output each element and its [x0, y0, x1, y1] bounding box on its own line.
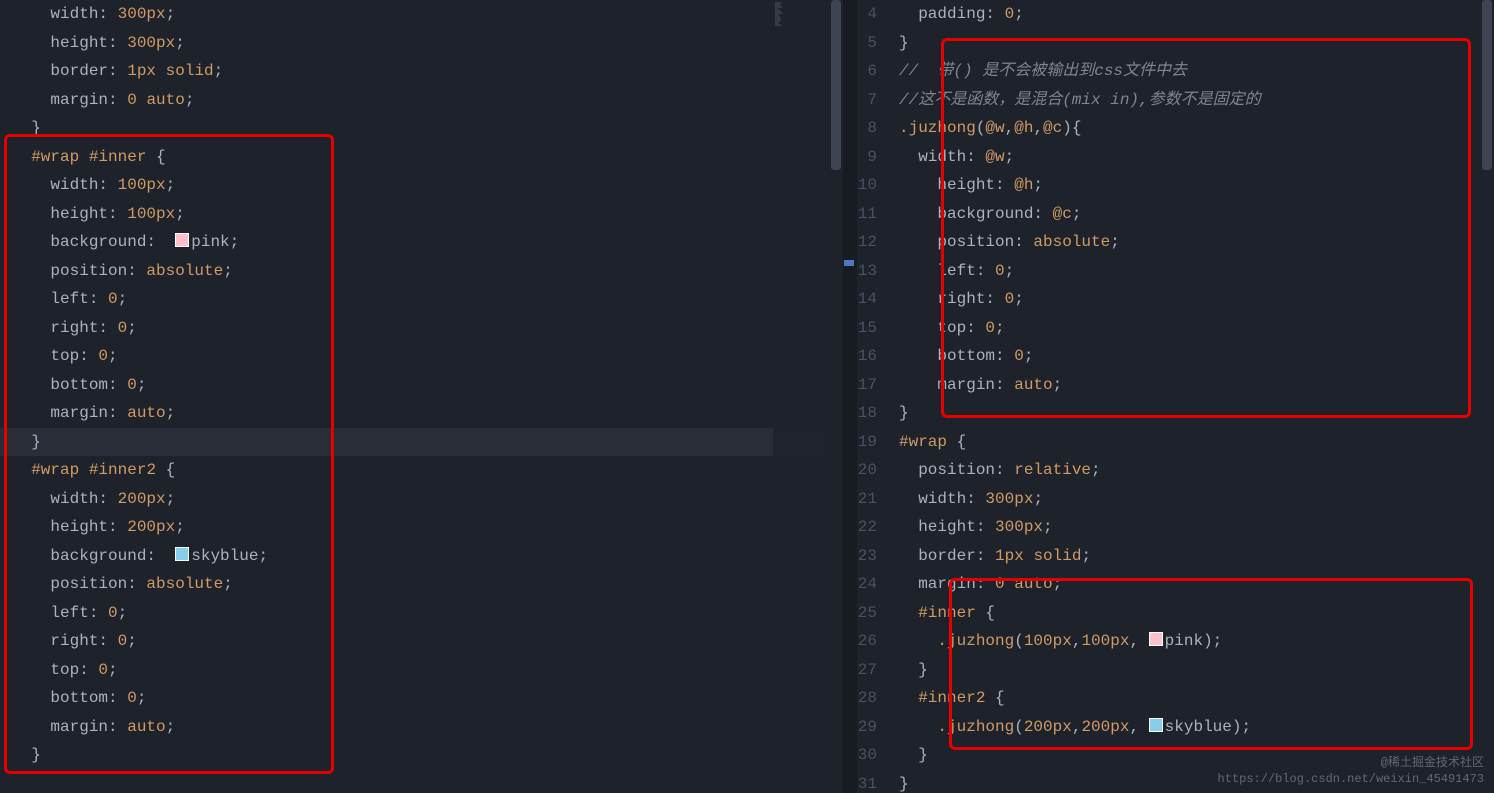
code-line[interactable]: position: absolute; — [12, 570, 843, 599]
left-code-area[interactable]: width: 300px; height: 300px; border: 1px… — [0, 0, 843, 793]
code-line[interactable]: left: 0; — [12, 285, 843, 314]
code-line[interactable]: width: 300px; — [12, 0, 843, 29]
code-line[interactable]: } — [899, 770, 1494, 793]
code-line[interactable]: #inner { — [899, 599, 1494, 628]
code-line[interactable]: .juzhong(200px,200px, skyblue); — [899, 713, 1494, 742]
code-line[interactable]: top: 0; — [12, 342, 843, 371]
scroll-thumb-left[interactable] — [831, 0, 841, 170]
code-line[interactable]: width: 300px; — [899, 485, 1494, 514]
editor-split: width: 300px; height: 300px; border: 1px… — [0, 0, 1494, 793]
code-line[interactable]: position: absolute; — [899, 228, 1494, 257]
code-line[interactable]: } — [899, 741, 1494, 770]
code-line[interactable]: // 带() 是不会被输出到css文件中去 — [899, 57, 1494, 86]
left-editor-pane[interactable]: width: 300px; height: 300px; border: 1px… — [0, 0, 843, 793]
code-line[interactable]: position: absolute; — [12, 257, 843, 286]
code-line[interactable]: } — [12, 741, 843, 770]
code-line[interactable]: position: relative; — [899, 456, 1494, 485]
code-line[interactable]: } — [899, 656, 1494, 685]
code-line[interactable]: #inner2 { — [899, 684, 1494, 713]
code-line[interactable]: background: pink; — [12, 228, 843, 257]
code-line[interactable]: height: 100px; — [12, 200, 843, 229]
scrollbar-left[interactable] — [829, 0, 843, 793]
code-line[interactable]: bottom: 0; — [12, 684, 843, 713]
code-line[interactable]: border: 1px solid; — [899, 542, 1494, 571]
code-line[interactable]: #wrap { — [899, 428, 1494, 457]
right-code-area[interactable]: padding: 0;}// 带() 是不会被输出到css文件中去//这不是函数… — [843, 0, 1494, 793]
code-line[interactable]: left: 0; — [12, 599, 843, 628]
code-line[interactable]: right: 0; — [12, 314, 843, 343]
code-line[interactable]: margin: auto; — [12, 713, 843, 742]
code-line[interactable]: .juzhong(100px,100px, pink); — [899, 627, 1494, 656]
code-line[interactable]: top: 0; — [12, 656, 843, 685]
code-line[interactable]: //这不是函数，是混合(mix in),参数不是固定的 — [899, 86, 1494, 115]
code-line[interactable]: right: 0; — [12, 627, 843, 656]
code-line[interactable]: width: @w; — [899, 143, 1494, 172]
code-line[interactable]: width: 200px; — [12, 485, 843, 514]
code-line[interactable]: } — [899, 29, 1494, 58]
code-line[interactable]: height: 300px; — [12, 29, 843, 58]
code-line[interactable]: height: 200px; — [12, 513, 843, 542]
code-line[interactable]: } — [12, 114, 843, 143]
code-line[interactable]: #wrap #inner2 { — [12, 456, 843, 485]
code-line[interactable]: padding: 0; — [899, 0, 1494, 29]
code-line[interactable]: margin: auto; — [12, 399, 843, 428]
code-line[interactable]: border: 1px solid; — [12, 57, 843, 86]
code-line[interactable]: height: @h; — [899, 171, 1494, 200]
right-editor-pane[interactable]: 4567891011121314151617181920212223242526… — [843, 0, 1494, 793]
code-line[interactable]: bottom: 0; — [899, 342, 1494, 371]
code-line[interactable]: .juzhong(@w,@h,@c){ — [899, 114, 1494, 143]
code-line[interactable]: background: @c; — [899, 200, 1494, 229]
code-line[interactable]: #wrap #inner { — [12, 143, 843, 172]
scroll-thumb-right[interactable] — [1482, 0, 1492, 170]
code-line[interactable]: bottom: 0; — [12, 371, 843, 400]
minimap-left[interactable]: ▄▄▄▄▄▄▄▄▄▄▄▄▄▄▄▄▄▄▄▄▄▄▄▄▄▄▄▄▄▄▄▄▄▄▄▄▄▄▄▄… — [773, 0, 829, 793]
code-line[interactable]: } — [12, 428, 843, 457]
code-line[interactable]: height: 300px; — [899, 513, 1494, 542]
code-line[interactable]: background: skyblue; — [12, 542, 843, 571]
code-line[interactable]: left: 0; — [899, 257, 1494, 286]
code-line[interactable]: top: 0; — [899, 314, 1494, 343]
code-line[interactable]: margin: 0 auto; — [12, 86, 843, 115]
code-line[interactable]: width: 100px; — [12, 171, 843, 200]
code-line[interactable]: } — [899, 399, 1494, 428]
code-line[interactable]: margin: 0 auto; — [899, 570, 1494, 599]
code-line[interactable]: margin: auto; — [899, 371, 1494, 400]
code-line[interactable]: right: 0; — [899, 285, 1494, 314]
scrollbar-right[interactable] — [1480, 0, 1494, 793]
